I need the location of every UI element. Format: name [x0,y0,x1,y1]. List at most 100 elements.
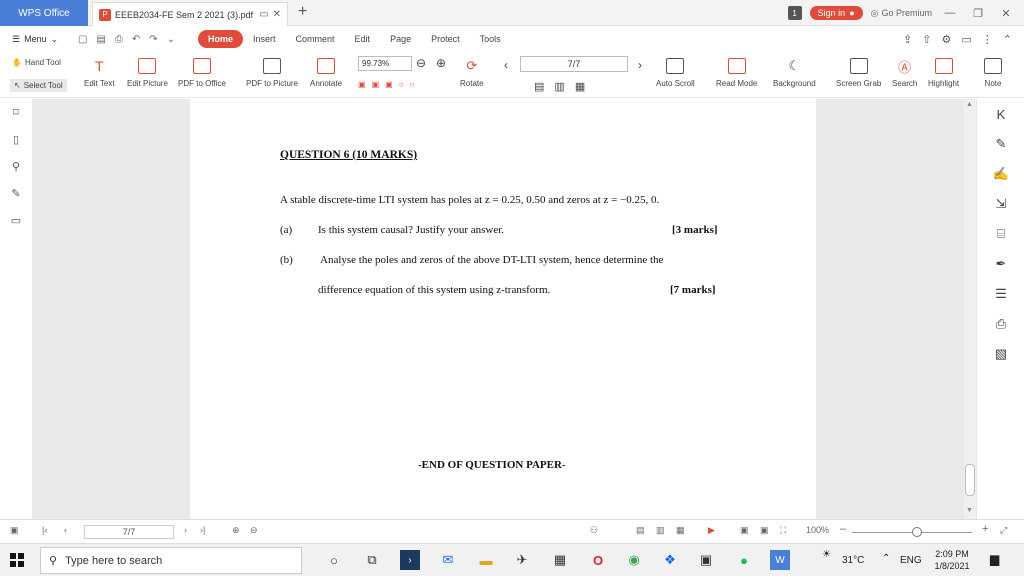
note-tool[interactable]: Note [982,56,1004,88]
collapse-panel-icon[interactable]: K [977,99,1024,129]
screen-icon[interactable]: ▭ [259,9,268,20]
fit-page-status-icon[interactable]: ▣ [740,525,749,536]
mail-icon[interactable]: ✉ [438,550,458,570]
play-icon[interactable]: ▶ [708,525,715,536]
taskbar-search-box[interactable]: ⚲ Type here to search [40,547,302,574]
edit-picture-tool[interactable]: Edit Picture [127,56,168,88]
cortana-icon[interactable]: ○ [324,550,344,570]
image-icon[interactable]: ▧ [977,339,1024,369]
tab-protect[interactable]: Protect [421,30,470,48]
bookmark-icon[interactable]: ⌑ [0,99,32,126]
last-page-icon[interactable]: ›| [200,525,205,535]
delete-page-icon[interactable]: ⊖ [250,525,258,536]
collapse-icon[interactable]: ⌃ [1003,33,1012,46]
double-page-icon[interactable]: ▥ [554,80,564,93]
new-tab-button[interactable]: + [298,3,307,21]
chrome-icon[interactable]: ◉ [624,550,644,570]
attachment-icon[interactable]: ⚲ [0,153,32,180]
app-icon-3[interactable]: ▣ [696,550,716,570]
compress-icon[interactable]: ⌸ [977,219,1024,249]
upload-icon[interactable]: ⇧ [922,33,931,46]
sign-in-button[interactable]: Sign in ● [809,6,863,20]
settings-icon[interactable]: ⚙ [942,33,952,46]
scrollbar-thumb[interactable] [965,464,975,496]
split-icon[interactable]: ☰ [977,279,1024,309]
thumbnail-icon[interactable]: ▯ [0,126,32,153]
auto-scroll-tool[interactable]: Auto Scroll [656,56,695,88]
store-icon[interactable]: ▦ [550,550,570,570]
export-icon[interactable]: ⇲ [977,189,1024,219]
menu-button[interactable]: ☰ Menu ⌄ [0,34,78,45]
next-page-button[interactable]: › [638,58,642,72]
edit-text-tool[interactable]: T Edit Text [84,56,115,88]
tab-comment[interactable]: Comment [286,30,345,48]
tab-page[interactable]: Page [380,30,421,48]
spotify-icon[interactable]: ● [734,550,754,570]
minimize-icon[interactable]: — [940,7,960,19]
save-icon[interactable]: ▤ [96,34,105,45]
share-icon[interactable]: ⇪ [903,33,912,46]
pdf-to-picture-tool[interactable]: PDF to Picture [246,56,298,88]
expand-icon[interactable]: ⤢ [1000,525,1007,536]
language-label[interactable]: ENG [900,555,922,566]
wps-taskbar-icon[interactable]: W [770,550,790,570]
single-page-icon[interactable]: ▤ [534,80,544,93]
vertical-scrollbar[interactable]: ▲ ▼ [964,99,976,519]
search-tool[interactable]: Ⓐ Search [892,56,917,89]
weather-icon[interactable]: ☀ [822,549,831,560]
rotate-right-icon[interactable]: ○ [410,80,415,89]
close-tab-icon[interactable]: ✕ [273,9,281,20]
sign-icon[interactable]: ✒ [977,249,1024,279]
annotate-tool[interactable]: Annotate [310,56,342,88]
edit-icon[interactable]: ✍ [977,159,1024,189]
zoom-in-button[interactable]: ⊕ [436,56,446,70]
prev-page-button[interactable]: ‹ [504,58,508,72]
full-screen-icon[interactable]: ⛶ [780,525,786,536]
single-view-icon[interactable]: ▤ [636,525,645,536]
double-view-icon[interactable]: ▥ [656,525,665,536]
tray-overflow-icon[interactable]: ⌃ [882,553,890,564]
app-icon-1[interactable]: › [400,550,420,570]
app-home-tab[interactable]: WPS Office [0,0,88,26]
page-input[interactable]: 7/7 [520,56,628,72]
screen-grab-tool[interactable]: Screen Grab [836,56,881,88]
prev-page-icon[interactable]: ‹ [64,525,67,535]
tab-edit[interactable]: Edit [345,30,381,48]
scroll-down-icon[interactable]: ▼ [966,507,973,514]
zoom-out-button[interactable]: ⊖ [416,56,426,70]
rotate-left-icon[interactable]: ○ [399,80,404,89]
task-view-icon[interactable]: ⧉ [362,550,382,570]
annotation-list-icon[interactable]: ▭ [0,207,32,234]
more-options-icon[interactable]: ⋮ [982,33,993,46]
comment-icon[interactable]: ▭ [961,33,971,46]
eye-protection-icon[interactable]: ⚇ [590,525,598,536]
folder-icon[interactable]: ▢ [78,34,87,45]
pdf-to-office-tool[interactable]: PDF to Office [178,56,226,88]
print-side-icon[interactable]: ⎙ [977,309,1024,339]
scroll-up-icon[interactable]: ▲ [966,101,973,108]
next-page-icon[interactable]: › [184,525,187,535]
file-explorer-icon[interactable]: ▬ [476,550,496,570]
select-tool[interactable]: ↖ Select Tool [10,79,67,92]
zoom-slider-knob[interactable] [912,527,922,537]
document-tab[interactable]: P EEEB2034-FE Sem 2 2021 (3).pdf ▭ ✕ [92,2,288,26]
insert-page-icon[interactable]: ⊕ [232,525,240,536]
status-page-input[interactable]: 7/7 [84,525,174,539]
tab-tools[interactable]: Tools [470,30,511,48]
actual-size-icon[interactable]: ▣ [385,80,393,89]
notification-center-icon[interactable]: ▆ [990,552,999,566]
book-view-icon[interactable]: ▦ [676,525,685,536]
app-icon-2[interactable]: ✈ [512,550,532,570]
highlight-tool[interactable]: Highlight [928,56,959,88]
continuous-icon[interactable]: ▦ [575,80,585,93]
background-tool[interactable]: ☾ Background [773,56,816,88]
opera-icon[interactable]: O [588,550,608,570]
dropbox-icon[interactable]: ❖ [660,550,680,570]
tab-home[interactable]: Home [198,30,244,48]
clock[interactable]: 2:09 PM 1/8/2021 [924,548,980,572]
zoom-plus-icon[interactable]: + [982,523,988,535]
redo-icon[interactable]: ↷ [149,34,157,45]
read-mode-tool[interactable]: Read Mode [716,56,757,88]
go-premium-button[interactable]: ◎ Go Premium [871,8,932,19]
print-icon[interactable]: ⎙ [115,34,123,45]
